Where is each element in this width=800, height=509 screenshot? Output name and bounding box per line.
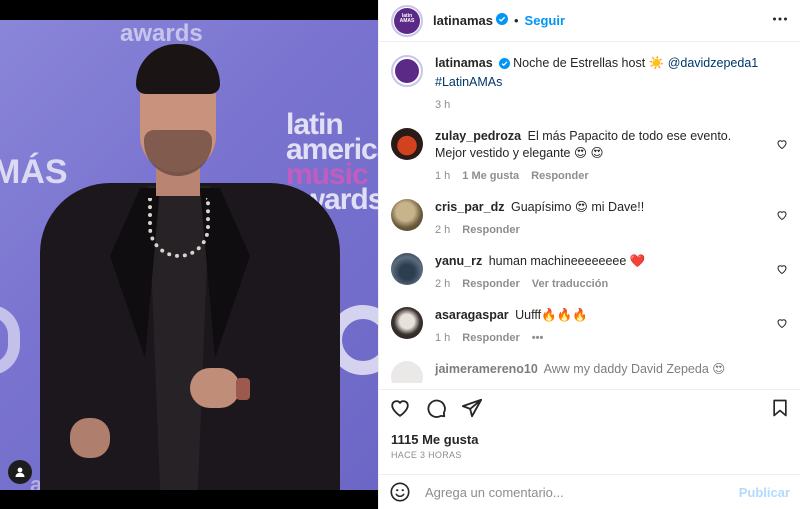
- person-hair: [136, 44, 220, 94]
- reply-button[interactable]: Responder: [462, 330, 519, 347]
- bookmark-icon[interactable]: [770, 398, 790, 418]
- caption-text: Noche de Estrellas host ☀️: [513, 56, 668, 70]
- publish-button[interactable]: Publicar: [739, 485, 790, 500]
- comment-body: asaragaspar Uufff🔥🔥🔥 1 h Responder •••: [435, 307, 788, 347]
- heart-icon[interactable]: [776, 317, 788, 332]
- person-hand-left: [70, 418, 110, 458]
- comment-time: 1 h: [435, 170, 451, 182]
- post-timestamp: HACE 3 HORAS: [391, 450, 462, 460]
- comment-body: jaimeramereno10 Aww my daddy David Zeped…: [435, 361, 788, 383]
- verified-icon: [498, 57, 510, 74]
- avatar[interactable]: latin AMAS: [391, 4, 423, 37]
- post-photo: awards latin american music awards MÁS a…: [0, 20, 378, 490]
- avatar[interactable]: [391, 55, 423, 87]
- person-chain: [148, 198, 210, 258]
- comment-body: zulay_pedroza El más Papacito de todo es…: [435, 128, 788, 185]
- avatar[interactable]: [391, 128, 423, 160]
- post-actions-bar: [379, 389, 800, 425]
- caption-meta: 3 h: [435, 97, 762, 114]
- follow-button[interactable]: Seguir: [525, 13, 565, 28]
- comment-row: cris_par_dz Guapísimo 😍 mi Dave!! 2 h Re…: [391, 199, 788, 239]
- avatar[interactable]: [391, 307, 423, 339]
- heart-icon[interactable]: [776, 209, 788, 224]
- comment-username[interactable]: zulay_pedroza: [435, 129, 521, 143]
- heart-icon[interactable]: [776, 263, 788, 278]
- caption-hashtag[interactable]: #LatinAMAs: [435, 75, 502, 89]
- avatar[interactable]: [391, 199, 423, 231]
- comment-meta: 2 h Responder: [435, 222, 762, 239]
- backdrop-univision-logo-left: [0, 305, 20, 375]
- user-tag-icon[interactable]: [8, 460, 32, 484]
- reply-button[interactable]: Responder: [531, 168, 588, 185]
- comment-body: yanu_rz human machineeeeeeee ❤️ 2 h Resp…: [435, 253, 788, 293]
- comment-meta: 1 h 1 Me gusta Responder: [435, 168, 762, 185]
- comment-username[interactable]: asaragaspar: [435, 308, 509, 322]
- reply-button[interactable]: Responder: [462, 222, 519, 239]
- more-options-icon[interactable]: [772, 11, 788, 30]
- comment-likes-count[interactable]: 1 Me gusta: [462, 168, 519, 185]
- post-media[interactable]: awards latin american music awards MÁS a…: [0, 0, 378, 509]
- caption-body: latinamas Noche de Estrellas host ☀️ @da…: [435, 55, 788, 114]
- see-translation-button[interactable]: Ver traducción: [532, 276, 608, 293]
- comment-meta: 1 h Responder •••: [435, 330, 762, 347]
- comment-text: Uufff🔥🔥🔥: [515, 308, 588, 322]
- avatar[interactable]: [391, 361, 423, 383]
- comment-time: 1 h: [435, 332, 451, 344]
- comment-row: jaimeramereno10 Aww my daddy David Zeped…: [391, 361, 788, 383]
- comment-composer: Publicar: [379, 474, 800, 509]
- comment-row: asaragaspar Uufff🔥🔥🔥 1 h Responder •••: [391, 307, 788, 347]
- comment-text: Aww my daddy David Zepeda 😍: [543, 362, 726, 376]
- header-username[interactable]: latinamas: [433, 13, 493, 28]
- comment-text: Guapísimo 😍 mi Dave!!: [510, 200, 645, 214]
- avatar[interactable]: [391, 253, 423, 285]
- comment-text: human machineeeeeeee ❤️: [488, 254, 646, 268]
- caption-time: 3 h: [435, 99, 451, 111]
- reply-button[interactable]: Responder: [462, 276, 519, 293]
- separator: •: [513, 13, 519, 28]
- heart-icon[interactable]: [389, 397, 411, 419]
- likes-count[interactable]: 1115 Me gusta: [391, 432, 478, 447]
- comment-row: zulay_pedroza El más Papacito de todo es…: [391, 128, 788, 185]
- person-beard: [144, 130, 212, 176]
- post-header: latin AMAS latinamas • Seguir: [379, 0, 800, 42]
- comments-list[interactable]: latinamas Noche de Estrellas host ☀️ @da…: [379, 43, 800, 383]
- verified-icon: [495, 13, 508, 28]
- comment-time: 2 h: [435, 224, 451, 236]
- comment-options-icon[interactable]: •••: [532, 330, 544, 347]
- person-watch: [236, 378, 250, 400]
- brand-logo-icon: [395, 59, 419, 83]
- emoji-icon[interactable]: [389, 481, 411, 503]
- comment-username[interactable]: yanu_rz: [435, 254, 482, 268]
- brand-logo-icon: latin AMAS: [394, 7, 420, 34]
- person-figure: [40, 38, 340, 490]
- comment-time: 2 h: [435, 278, 451, 290]
- comment-username[interactable]: cris_par_dz: [435, 200, 504, 214]
- post-side-panel: latin AMAS latinamas • Seguir latinamas N…: [378, 0, 800, 509]
- person-hand: [190, 368, 240, 408]
- caption-mention[interactable]: @davidzepeda1: [668, 56, 759, 70]
- comment-input[interactable]: [425, 484, 739, 500]
- share-icon[interactable]: [461, 397, 483, 419]
- caption: latinamas Noche de Estrellas host ☀️ @da…: [391, 55, 788, 114]
- comment-icon[interactable]: [425, 397, 447, 419]
- comment-meta: 2 h Responder Ver traducción: [435, 276, 762, 293]
- caption-username[interactable]: latinamas: [435, 56, 493, 70]
- comment-username[interactable]: jaimeramereno10: [435, 362, 538, 376]
- comment-body: cris_par_dz Guapísimo 😍 mi Dave!! 2 h Re…: [435, 199, 788, 239]
- heart-icon[interactable]: [776, 138, 788, 153]
- comment-row: yanu_rz human machineeeeeeee ❤️ 2 h Resp…: [391, 253, 788, 293]
